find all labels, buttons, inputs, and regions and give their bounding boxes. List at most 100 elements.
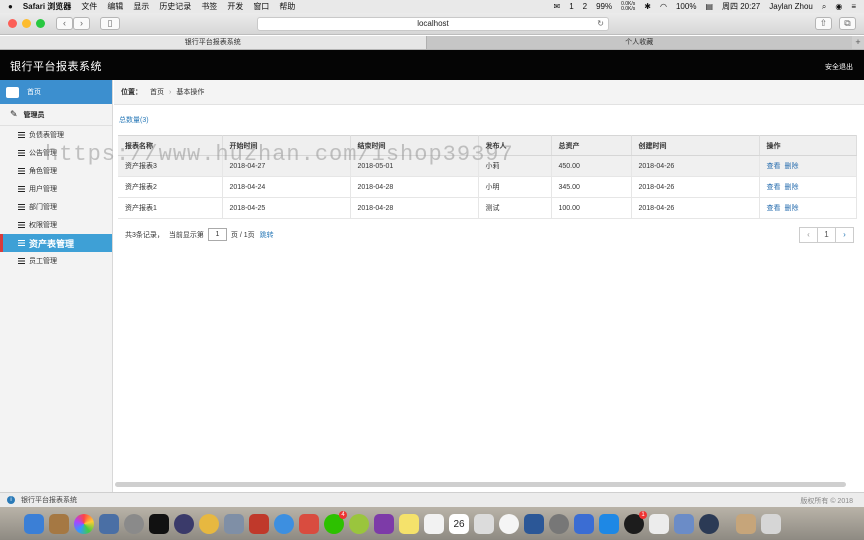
appstore-icon[interactable] [474,513,494,534]
sidebar-item-departments[interactable]: 部门管理 [0,198,112,216]
menu-bookmarks[interactable]: 书签 [201,1,217,12]
clock[interactable]: 周四 20:27 [722,1,760,12]
sidebar-item-permissions[interactable]: 权限管理 [0,216,112,234]
wechat-status-icon[interactable]: ✉ [553,2,560,11]
spotlight-icon[interactable]: ⌕ [822,2,826,12]
logout-link[interactable]: 安全退出 [825,62,853,72]
preview-icon[interactable] [99,513,119,534]
view-link[interactable]: 查看 [767,163,781,170]
sidebar-item-employees[interactable]: 员工管理 [0,252,112,270]
calendar-icon[interactable]: 26 [449,513,469,534]
close-window-icon[interactable] [8,19,17,28]
finder-icon[interactable] [24,513,44,534]
navicat-icon[interactable] [199,513,219,534]
notification-icon[interactable]: ≡ [851,2,856,11]
view-link[interactable]: 查看 [767,184,781,191]
intellij-icon[interactable] [149,513,169,534]
sidebar-item-assets[interactable]: 资产表管理 [0,234,112,252]
menu-app-name[interactable]: Safari 浏览器 [23,1,71,12]
cpu-percent[interactable]: 99% [596,2,612,11]
cloud-icon [6,86,19,98]
email-app-icon[interactable] [299,513,319,534]
textedit-icon[interactable] [649,513,669,534]
browser-icon[interactable] [699,513,719,534]
table-row[interactable]: 资产报表2 2018-04-24 2018-04-28 小明 345.00 20… [118,176,857,198]
share-icon[interactable]: ⇧ [815,17,832,30]
trash-icon[interactable] [761,513,781,534]
minimize-window-icon[interactable] [22,19,31,28]
apple-icon[interactable]: ● [8,2,13,11]
next-page-button[interactable]: › [835,227,854,243]
address-bar[interactable]: localhost ↻ [257,17,609,31]
photos-icon[interactable] [74,513,94,534]
battery-percent[interactable]: 100% [676,2,696,11]
page-number-input[interactable]: 1 [207,228,227,241]
menu-view[interactable]: 显示 [133,1,149,12]
reload-icon[interactable]: ↻ [597,18,604,30]
notes-app-icon[interactable] [49,513,69,534]
col-total-assets[interactable]: 总资产 [551,135,632,156]
menu-edit[interactable]: 编辑 [107,1,123,12]
status-badge-2[interactable]: 2 [583,2,587,11]
list-icon [18,240,25,246]
image-capture-icon[interactable] [674,513,694,534]
sync-icon[interactable] [349,513,369,534]
table-row[interactable]: 资产报表1 2018-04-25 2018-04-28 测试 100.00 20… [118,197,857,219]
database-icon[interactable] [224,513,244,534]
delete-link[interactable]: 删除 [785,184,799,191]
prev-page-button[interactable]: ‹ [799,227,818,243]
page-1-button[interactable]: 1 [817,227,836,243]
calendar-day: 26 [453,518,465,530]
stickies-icon[interactable] [399,513,419,534]
bluetooth-icon[interactable]: ✱ [644,2,651,11]
tabs-overview-icon[interactable]: ⧉ [839,17,856,30]
forward-button[interactable]: › [73,17,90,30]
jump-link[interactable]: 跳转 [260,230,274,240]
siri-icon[interactable]: ◉ [835,2,842,11]
axure-icon[interactable] [374,513,394,534]
delete-link[interactable]: 删除 [785,205,799,212]
safari-icon[interactable] [274,513,294,534]
sidebar-home[interactable]: 首页 [0,80,112,104]
net-speed: 0.0K/s 0.0K/s [621,1,635,12]
status-badge-1[interactable]: 1 [569,2,573,11]
sidebar-item-label: 负债表管理 [29,132,64,139]
tab-favorites[interactable]: 个人收藏 [425,36,852,49]
view-link[interactable]: 查看 [767,205,781,212]
total-count[interactable]: 总数量(3) [119,115,149,125]
redis-icon[interactable] [249,513,269,534]
wifi-icon[interactable]: ◠ [660,2,667,11]
menu-help[interactable]: 帮助 [279,1,295,12]
cell-report-name: 资产报表1 [118,197,223,219]
word-icon[interactable] [524,513,544,534]
sidebar-toggle-icon[interactable]: ▯ [100,17,120,30]
horizontal-scrollbar[interactable] [115,482,846,487]
delete-link[interactable]: 删除 [785,163,799,170]
list-icon [18,222,25,228]
sequel-icon[interactable] [174,513,194,534]
new-tab-button[interactable]: + [852,36,864,49]
teamviewer-icon[interactable] [599,513,619,534]
sidebar-admin-group[interactable]: ✎ 管理员 [0,104,112,126]
tab-report-system[interactable]: 银行平台报表系统 [0,36,426,49]
music-icon[interactable] [499,513,519,534]
launchpad-icon[interactable] [124,513,144,534]
menu-file[interactable]: 文件 [81,1,97,12]
downloads-folder-icon[interactable] [736,513,756,534]
back-button[interactable]: ‹ [56,17,73,30]
zoom-window-icon[interactable] [36,19,45,28]
user-name[interactable]: Jaylan Zhou [769,2,813,11]
menu-window[interactable]: 窗口 [253,1,269,12]
menu-develop[interactable]: 开发 [227,1,243,12]
flag-icon[interactable]: ▤ [705,2,713,11]
qq-icon[interactable]: 1 [624,510,647,534]
breadcrumb-home[interactable]: 首页 [150,87,164,97]
col-created-time[interactable]: 创建时间 [631,135,760,156]
settings-icon[interactable] [549,513,569,534]
reminders-icon[interactable] [424,513,444,534]
wechat-icon[interactable]: 4 [324,510,347,534]
menu-history[interactable]: 历史记录 [159,1,191,12]
sidebar-item-users[interactable]: 用户管理 [0,180,112,198]
pagination-info: 共3条记录， 当前显示第 1 页 / 1页 跳转 [125,228,274,241]
baidu-drive-icon[interactable] [574,513,594,534]
